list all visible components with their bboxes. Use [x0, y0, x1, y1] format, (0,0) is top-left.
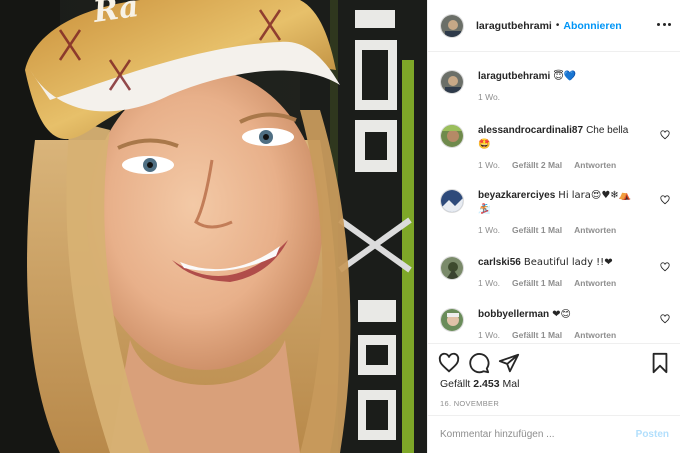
add-comment-bar: Posten	[428, 415, 680, 453]
comment-username[interactable]: bobbyellerman	[478, 309, 549, 320]
share-paper-plane-icon[interactable]	[498, 352, 520, 374]
heart-icon[interactable]	[660, 195, 670, 205]
comment-time[interactable]: 1 Wo.	[478, 160, 500, 170]
caption-time[interactable]: 1 Wo.	[478, 92, 500, 102]
reply-button[interactable]: Antworten	[574, 278, 616, 288]
post-header: laragutbehrami • Abonnieren	[428, 0, 680, 52]
avatar[interactable]	[440, 70, 464, 94]
post-date[interactable]: 16. NOVEMBER	[440, 399, 499, 408]
like-heart-icon[interactable]	[438, 352, 460, 374]
comment-text: Hi lara😍♥❄⛺	[558, 190, 632, 201]
comment-input[interactable]	[440, 429, 636, 440]
portrait-image: Ra	[0, 0, 427, 453]
comment-likes[interactable]: Gefällt 1 Mal	[512, 330, 562, 340]
likes-prefix: Gefällt	[440, 378, 471, 390]
author-username[interactable]: laragutbehrami	[476, 20, 552, 32]
post-comment-button[interactable]: Posten	[636, 429, 669, 440]
likes-suffix: Mal	[502, 378, 520, 390]
heart-icon[interactable]	[660, 262, 670, 272]
reply-button[interactable]: Antworten	[574, 225, 616, 235]
post-sidebar: laragutbehrami • Abonnieren laragutbehra…	[427, 0, 680, 453]
follow-button[interactable]: Abonnieren	[563, 20, 621, 32]
comment-text: ❤😊	[552, 309, 571, 320]
comment-text: Che bella	[586, 125, 629, 136]
separator-dot: •	[555, 20, 560, 31]
bookmark-icon[interactable]	[649, 352, 671, 374]
comment-likes[interactable]: Gefällt 1 Mal	[512, 278, 562, 288]
caption-username[interactable]: laragutbehrami	[478, 71, 550, 82]
comment-time[interactable]: 1 Wo.	[478, 330, 500, 340]
comments-list[interactable]: laragutbehrami 😇💙 1 Wo. alessandrocardina…	[428, 53, 680, 343]
heart-icon[interactable]	[660, 314, 670, 324]
avatar[interactable]	[440, 13, 464, 38]
comment-bubble-icon[interactable]	[468, 352, 490, 374]
comment-text-emoji: 🤩	[478, 139, 491, 150]
more-options-icon[interactable]	[657, 17, 671, 31]
avatar[interactable]	[440, 124, 464, 148]
reply-button[interactable]: Antworten	[574, 330, 616, 340]
comment-text: Beautiful lady !!❤	[523, 257, 613, 268]
avatar[interactable]	[440, 189, 464, 213]
comment-likes[interactable]: Gefällt 2 Mal	[512, 160, 562, 170]
post-photo[interactable]: Ra	[0, 0, 427, 453]
comment-username[interactable]: alessandrocardinali87	[478, 125, 583, 136]
comment-username[interactable]: beyazkarerciyes	[478, 190, 555, 201]
comment-likes[interactable]: Gefällt 1 Mal	[512, 225, 562, 235]
reply-button[interactable]: Antworten	[574, 160, 616, 170]
post-actions: Gefällt 2.453 Mal 16. NOVEMBER	[428, 343, 680, 415]
caption-text: 😇💙	[553, 71, 577, 82]
comment-text-emoji: 🏂	[478, 204, 491, 215]
avatar[interactable]	[440, 256, 464, 280]
instagram-post: Ra laragutbehrami • Abonnieren laragutbe…	[0, 0, 680, 453]
comment-time[interactable]: 1 Wo.	[478, 225, 500, 235]
comment-username[interactable]: carlski56	[478, 257, 521, 268]
comment-time[interactable]: 1 Wo.	[478, 278, 500, 288]
avatar[interactable]	[440, 308, 464, 332]
heart-icon[interactable]	[660, 130, 670, 140]
likes-number: 2.453	[473, 378, 500, 390]
likes-count[interactable]: Gefällt 2.453 Mal	[440, 378, 519, 390]
